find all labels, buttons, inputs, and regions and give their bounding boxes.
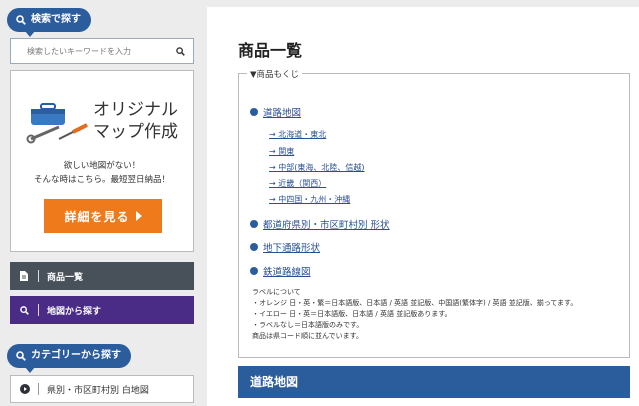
nav-product-list-label: 商品一覧 xyxy=(47,272,84,283)
custom-map-promo: オリジナル マップ作成 欲しい地図がない！ そんな時はこちら。最短翌日納品！ 詳… xyxy=(10,70,194,252)
category-item[interactable]: 県別・市区町村別 白地図 xyxy=(10,375,194,403)
promo-description: 欲しい地図がない！ そんな時はこちら。最短翌日納品！ xyxy=(33,161,170,185)
toc-link-label: 道路地図 xyxy=(263,108,302,119)
search-icon xyxy=(16,15,26,25)
toc-sublink[interactable]: → 関東 xyxy=(269,146,294,157)
table-of-contents: ▼商品もくじ 道路地図 → 北海道・東北 → 関東 → 中部(東海、北陸、信越)… xyxy=(238,68,630,358)
nav-product-list[interactable]: 商品一覧 xyxy=(10,262,194,290)
search-submit-button[interactable] xyxy=(167,39,193,63)
category-item-label: 県別・市区町村別 白地図 xyxy=(47,385,149,396)
search-heading-pill: 検索で探す xyxy=(7,8,91,37)
divider xyxy=(38,304,39,316)
label-note: ラベルについて ・オレンジ 日・英・繁＝日本語版、日本語 / 英語 並記版、中国… xyxy=(252,288,578,340)
toc-link-label: 地下通路形状 xyxy=(263,243,321,254)
bullet-icon xyxy=(250,108,258,116)
page-title: 商品一覧 xyxy=(238,41,303,60)
bullet-icon xyxy=(250,243,258,251)
search-icon xyxy=(10,296,38,324)
toc-link-prefecture-shapes[interactable]: 都道府県別・市区町村別 形状 xyxy=(250,217,390,231)
play-arrow-icon xyxy=(135,211,142,221)
search-heading-label: 検索で探す xyxy=(31,14,81,25)
promo-title: オリジナル マップ作成 xyxy=(93,100,178,142)
toc-label: ▼商品もくじ xyxy=(247,68,303,80)
document-icon xyxy=(10,262,38,290)
category-heading-pill: カテゴリーから探す xyxy=(7,344,131,373)
search-form xyxy=(10,38,194,64)
details-button-label: 詳細を見る xyxy=(64,209,130,224)
toc-sublink[interactable]: → 中部(東海、北陸、信越) xyxy=(269,162,365,173)
sidebar: 検索で探す オリジナル マップ作成 欲しい地図がない！ そんな時はこちら。最短翌… xyxy=(0,0,205,406)
toc-link-underground-passage[interactable]: 地下通路形状 xyxy=(250,240,320,254)
divider xyxy=(38,270,39,282)
section-heading-road-map: 道路地図 xyxy=(238,366,630,398)
toc-sublink[interactable]: → 中四国・九州・沖縄 xyxy=(269,194,350,205)
toc-sublink[interactable]: → 北海道・東北 xyxy=(269,129,326,140)
toc-link-railway-map[interactable]: 鉄道路線図 xyxy=(250,264,311,278)
chevron-right-icon xyxy=(20,384,30,394)
category-heading-label: カテゴリーから探す xyxy=(31,350,121,361)
divider xyxy=(38,383,39,395)
bullet-icon xyxy=(250,220,258,228)
search-input[interactable] xyxy=(11,39,167,63)
toc-link-label: 鉄道路線図 xyxy=(263,267,311,278)
toolbox-icon xyxy=(26,103,88,144)
nav-search-by-map[interactable]: 地図から探す xyxy=(10,296,194,324)
main-content: 商品一覧 ▼商品もくじ 道路地図 → 北海道・東北 → 関東 → 中部(東海、北… xyxy=(207,7,639,406)
search-icon xyxy=(16,351,26,361)
search-icon xyxy=(175,46,185,56)
toc-sublink[interactable]: → 近畿（関西） xyxy=(269,178,326,189)
details-button[interactable]: 詳細を見る xyxy=(44,199,162,233)
toc-link-road-map[interactable]: 道路地図 xyxy=(250,105,301,119)
bullet-icon xyxy=(250,267,258,275)
nav-search-by-map-label: 地図から探す xyxy=(47,306,102,317)
toc-link-label: 都道府県別・市区町村別 形状 xyxy=(263,220,390,231)
